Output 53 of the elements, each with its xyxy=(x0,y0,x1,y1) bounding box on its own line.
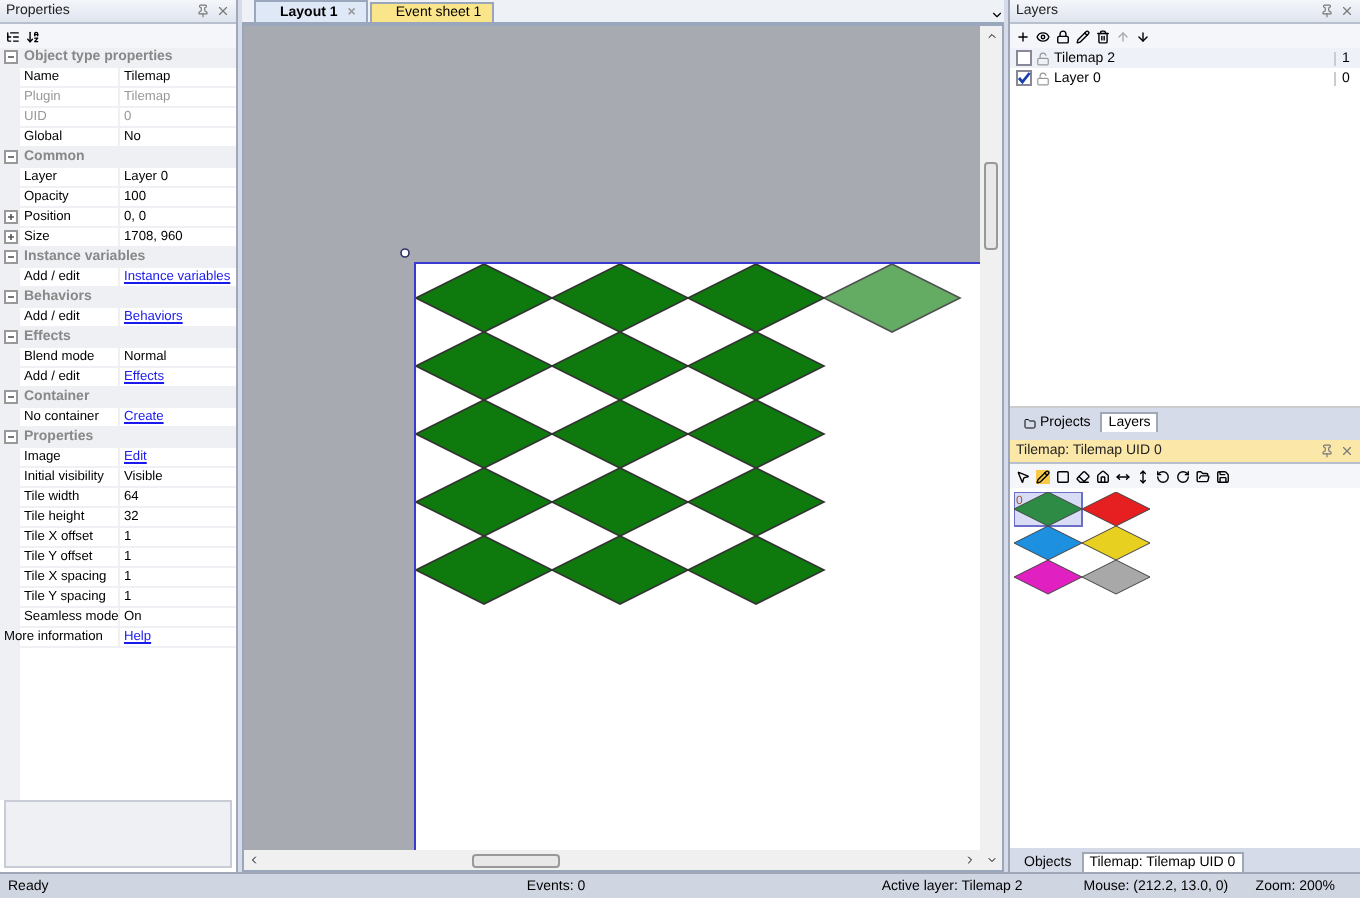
scroll-thumb[interactable] xyxy=(472,853,560,867)
scroll-up-icon[interactable] xyxy=(985,30,997,42)
scroll-down-icon[interactable] xyxy=(985,854,997,866)
scroll-left-icon[interactable] xyxy=(248,854,260,866)
sort-icon[interactable] xyxy=(26,29,40,43)
trash-icon[interactable] xyxy=(1096,29,1110,43)
layout-area[interactable] xyxy=(414,262,980,850)
lock-icon[interactable] xyxy=(1056,29,1070,43)
palette-tile[interactable] xyxy=(1081,525,1151,561)
flip-vertical-icon[interactable] xyxy=(1136,469,1150,483)
palette-tile[interactable] xyxy=(1014,525,1083,561)
visibility-checkbox[interactable] xyxy=(1016,70,1032,86)
expand-toggle[interactable] xyxy=(3,230,17,244)
pencil-icon[interactable] xyxy=(1036,469,1050,483)
pin-icon[interactable] xyxy=(1320,4,1334,18)
eye-icon[interactable] xyxy=(1036,29,1050,43)
scroll-thumb[interactable] xyxy=(984,162,998,250)
collapse-toggle[interactable] xyxy=(3,290,17,304)
pointer-icon[interactable] xyxy=(1016,469,1030,483)
eraser-icon[interactable] xyxy=(1076,469,1090,483)
add-icon[interactable] xyxy=(1016,29,1030,43)
collapse-toggle[interactable] xyxy=(3,430,17,444)
flip-horizontal-icon[interactable] xyxy=(1116,469,1130,483)
pencil-icon[interactable] xyxy=(1076,29,1090,43)
folder-icon[interactable] xyxy=(1196,469,1210,483)
expand-toggle[interactable] xyxy=(3,210,17,224)
rectangle-icon[interactable] xyxy=(1056,469,1070,483)
palette-tile[interactable] xyxy=(1014,492,1083,527)
rotate-right-icon[interactable] xyxy=(1176,469,1190,483)
close-icon[interactable] xyxy=(216,4,230,18)
categorized-icon[interactable] xyxy=(6,29,20,43)
folder-icon xyxy=(1024,417,1036,429)
layout-canvas[interactable] xyxy=(244,26,980,850)
collapse-toggle[interactable] xyxy=(3,390,17,404)
palette-tile[interactable] xyxy=(1014,559,1083,595)
house-icon[interactable] xyxy=(1096,469,1110,483)
pin-icon[interactable] xyxy=(196,4,210,18)
visibility-checkbox[interactable] xyxy=(1016,50,1032,66)
save-icon[interactable] xyxy=(1216,469,1230,483)
pin-icon[interactable] xyxy=(1320,444,1334,458)
origin-handle[interactable] xyxy=(400,248,410,258)
dropdown-icon[interactable] xyxy=(990,8,1004,22)
collapse-toggle[interactable] xyxy=(3,250,17,264)
close-icon[interactable] xyxy=(1340,444,1354,458)
palette-tile[interactable] xyxy=(1081,492,1151,527)
palette-tile[interactable] xyxy=(1081,559,1151,595)
collapse-toggle[interactable] xyxy=(3,50,17,64)
rotate-left-icon[interactable] xyxy=(1156,469,1170,483)
scroll-right-icon[interactable] xyxy=(964,854,976,866)
collapse-toggle[interactable] xyxy=(3,150,17,164)
close-icon[interactable] xyxy=(1340,4,1354,18)
collapse-toggle[interactable] xyxy=(3,330,17,344)
arrow-down-icon[interactable] xyxy=(1136,29,1150,43)
